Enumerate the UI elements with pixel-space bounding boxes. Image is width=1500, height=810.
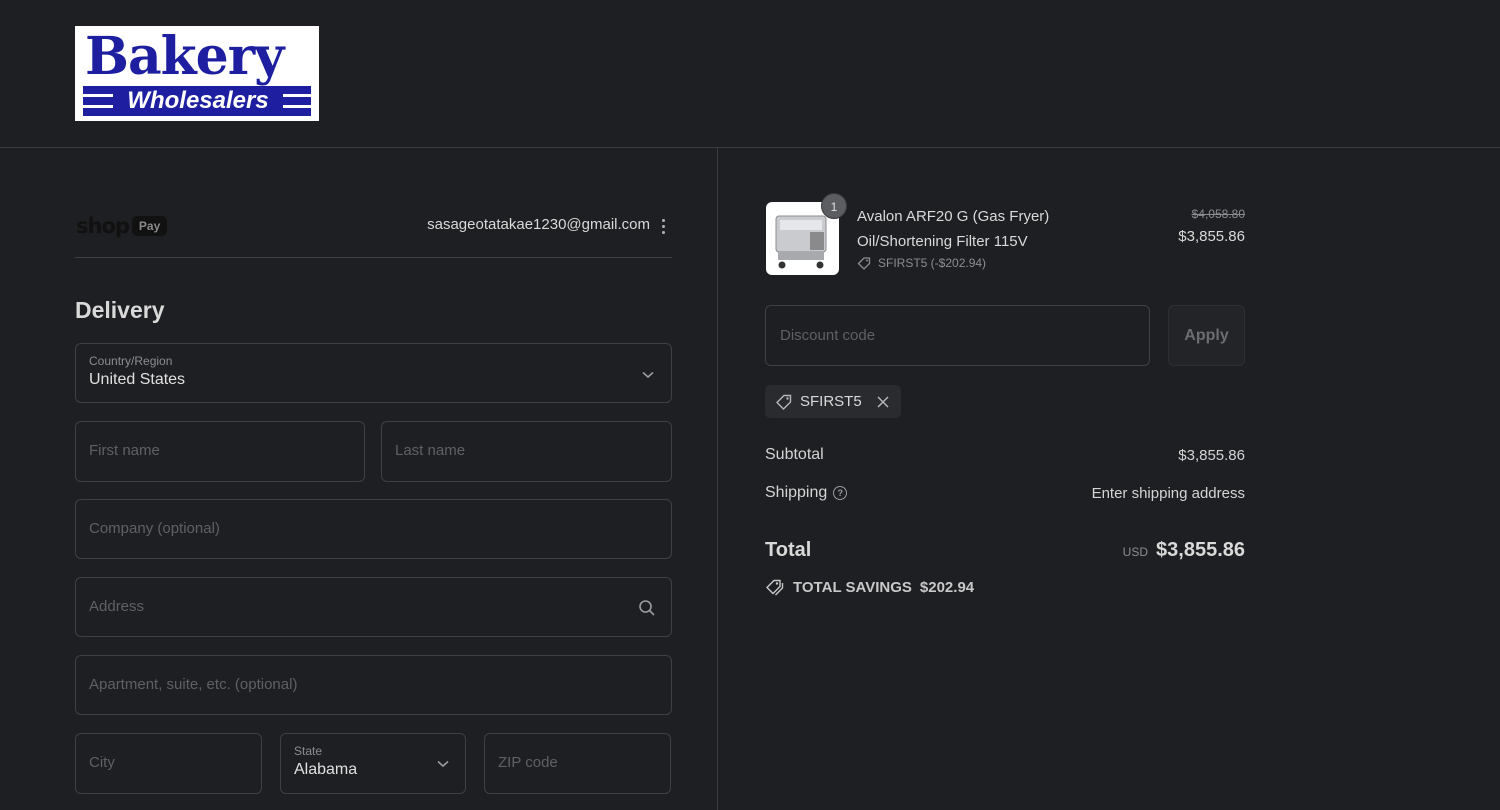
logo-text-top: Bakery — [85, 26, 284, 87]
bakery-wholesalers-logo[interactable]: Bakery Wholesalers — [75, 26, 319, 121]
help-icon[interactable]: ? — [833, 485, 848, 500]
total-amount: $3,855.86 — [1156, 539, 1245, 561]
remove-discount-icon[interactable] — [875, 394, 891, 410]
city-placeholder: City — [89, 754, 115, 771]
price-final: $3,855.86 — [1178, 228, 1245, 245]
logo-text-bottom: Wholesalers — [113, 86, 283, 116]
company-field[interactable]: Company (optional) — [75, 499, 672, 559]
apartment-field[interactable]: Apartment, suite, etc. (optional) — [75, 655, 672, 715]
address-placeholder: Address — [89, 598, 145, 615]
total-value: USD $3,855.86 — [1000, 539, 1245, 562]
tag-icon — [776, 394, 792, 410]
product-discount: SFIRST5 (-$202.94) — [857, 256, 986, 270]
search-icon[interactable] — [638, 599, 656, 617]
price-original: $4,058.80 — [1191, 207, 1245, 221]
shop-pay-word: shop — [76, 214, 130, 238]
shipping-label: Shipping — [765, 484, 828, 501]
shop-pay-pill: Pay — [131, 216, 168, 236]
last-name-placeholder: Last name — [395, 442, 466, 459]
zip-field[interactable]: ZIP code — [484, 733, 671, 794]
site-header: Bakery Wholesalers — [0, 0, 1500, 148]
city-field[interactable]: City — [75, 733, 262, 794]
total-savings: TOTAL SAVINGS $202.94 — [765, 578, 974, 596]
first-name-field[interactable]: First name — [75, 421, 365, 482]
zip-placeholder: ZIP code — [498, 754, 558, 771]
subtotal-label: Subtotal — [765, 446, 824, 463]
chevron-down-icon — [437, 760, 449, 768]
account-divider — [75, 257, 672, 258]
product-discount-text: SFIRST5 (-$202.94) — [878, 256, 987, 270]
applied-discount-code: SFIRST5 — [800, 393, 862, 410]
apply-discount-button[interactable]: Apply — [1168, 305, 1245, 366]
state-label: State — [294, 744, 323, 758]
discount-code-input[interactable]: Discount code — [765, 305, 1150, 366]
country-select[interactable]: Country/Region United States — [75, 343, 672, 403]
discount-code-placeholder: Discount code — [780, 327, 876, 344]
product-title: Avalon ARF20 G (Gas Fryer) Oil/Shortenin… — [857, 208, 1050, 250]
account-email: sasageotatakae1230@gmail.com — [427, 216, 650, 233]
shipping-row: Shipping? — [765, 484, 848, 502]
quantity-badge: 1 — [821, 193, 847, 219]
state-value: Alabama — [294, 761, 358, 778]
chevron-down-icon — [642, 371, 654, 379]
savings-label: TOTAL SAVINGS — [793, 578, 912, 596]
total-currency: USD — [1122, 545, 1149, 559]
tag-icon — [857, 257, 871, 270]
state-select[interactable]: State Alabama — [280, 733, 466, 794]
address-field[interactable]: Address — [75, 577, 672, 637]
tags-icon — [766, 579, 784, 596]
last-name-field[interactable]: Last name — [381, 421, 672, 482]
subtotal-value: $3,855.86 — [1178, 447, 1245, 464]
savings-value: $202.94 — [919, 578, 975, 596]
delivery-heading: Delivery — [75, 297, 165, 323]
more-options-icon[interactable] — [656, 214, 670, 238]
first-name-placeholder: First name — [89, 442, 160, 459]
shop-pay-logo: shop Pay — [76, 211, 168, 241]
column-divider — [717, 148, 718, 810]
apartment-placeholder: Apartment, suite, etc. (optional) — [89, 676, 298, 693]
country-label: Country/Region — [89, 354, 173, 368]
company-placeholder: Company (optional) — [89, 520, 220, 537]
applied-discount-tag: SFIRST5 — [765, 385, 901, 418]
total-label: Total — [765, 539, 812, 561]
country-value: United States — [89, 371, 186, 388]
shipping-value: Enter shipping address — [1091, 485, 1245, 502]
